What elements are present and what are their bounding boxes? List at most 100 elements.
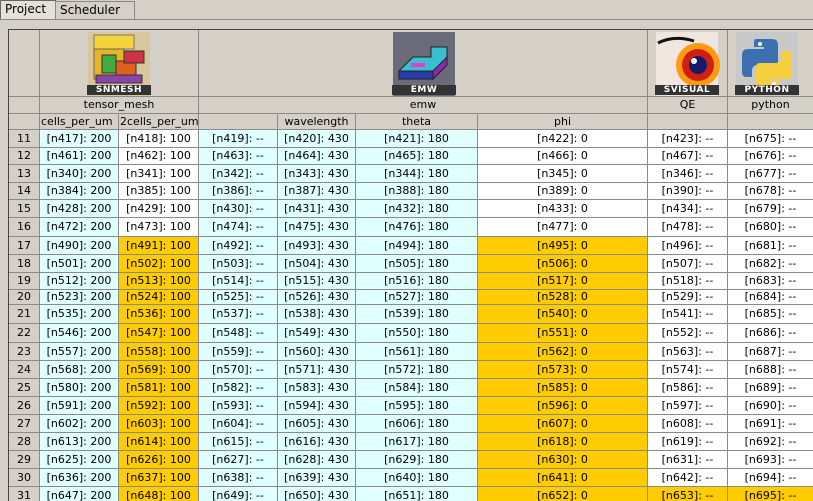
table-cell[interactable]: [n465]: 180 [356,148,478,165]
table-cell[interactable]: [n560]: 430 [278,343,356,361]
table-cell[interactable]: [n428]: 200 [40,200,119,218]
table-cell[interactable]: [n385]: 100 [119,183,199,200]
table-cell[interactable]: [n653]: -- [648,487,728,501]
table-cell[interactable]: [n387]: 430 [278,183,356,200]
table-cell[interactable]: [n526]: 430 [278,290,356,305]
table-cell[interactable]: [n568]: 200 [40,361,119,379]
table-cell[interactable]: [n463]: -- [199,148,278,165]
plugin-header-snmesh[interactable]: SNMESH [40,30,199,97]
table-cell[interactable]: [n562]: 0 [478,343,648,361]
table-cell[interactable]: [n540]: 0 [478,305,648,324]
table-cell[interactable]: [n648]: 100 [119,487,199,501]
table-cell[interactable]: [n388]: 180 [356,183,478,200]
table-cell[interactable]: [n524]: 100 [119,290,199,305]
table-cell[interactable]: [n472]: 200 [40,218,119,237]
table-cell[interactable]: [n618]: 0 [478,433,648,451]
table-cell[interactable]: [n596]: 0 [478,397,648,415]
row-header[interactable]: 25 [9,379,40,397]
table-cell[interactable]: [n474]: -- [199,218,278,237]
table-cell[interactable]: [n528]: 0 [478,290,648,305]
table-cell[interactable]: [n343]: 430 [278,165,356,183]
table-cell[interactable]: [n557]: 200 [40,343,119,361]
table-cell[interactable]: [n537]: -- [199,305,278,324]
table-cell[interactable]: [n512]: 200 [40,273,119,290]
table-cell[interactable]: [n478]: -- [648,218,728,237]
table-cell[interactable]: [n680]: -- [728,218,813,237]
table-cell[interactable]: [n675]: -- [728,130,813,148]
table-cell[interactable]: [n561]: 180 [356,343,478,361]
table-cell[interactable]: [n490]: 200 [40,237,119,255]
table-cell[interactable]: [n628]: 430 [278,451,356,469]
table-cell[interactable]: [n341]: 100 [119,165,199,183]
table-cell[interactable]: [n467]: -- [648,148,728,165]
row-header[interactable]: 13 [9,165,40,183]
table-cell[interactable]: [n518]: -- [648,273,728,290]
table-cell[interactable]: [n607]: 0 [478,415,648,433]
table-cell[interactable]: [n502]: 100 [119,255,199,273]
table-cell[interactable]: [n650]: 430 [278,487,356,501]
row-header[interactable]: 15 [9,200,40,218]
table-cell[interactable]: [n637]: 100 [119,469,199,487]
plugin-header-python[interactable]: PYTHON [728,30,813,97]
table-cell[interactable]: [n687]: -- [728,343,813,361]
param-header[interactable] [648,114,728,130]
table-cell[interactable]: [n694]: -- [728,469,813,487]
table-cell[interactable]: [n606]: 180 [356,415,478,433]
table-cell[interactable]: [n513]: 100 [119,273,199,290]
table-cell[interactable]: [n417]: 200 [40,130,119,148]
table-cell[interactable]: [n629]: 180 [356,451,478,469]
row-header[interactable]: 16 [9,218,40,237]
table-cell[interactable]: [n345]: 0 [478,165,648,183]
row-header[interactable]: 23 [9,343,40,361]
table-cell[interactable]: [n602]: 200 [40,415,119,433]
table-cell[interactable]: [n586]: -- [648,379,728,397]
table-cell[interactable]: [n626]: 100 [119,451,199,469]
table-cell[interactable]: [n344]: 180 [356,165,478,183]
table-cell[interactable]: [n591]: 200 [40,397,119,415]
table-cell[interactable]: [n431]: 430 [278,200,356,218]
row-header[interactable]: 17 [9,237,40,255]
table-cell[interactable]: [n422]: 0 [478,130,648,148]
table-cell[interactable]: [n515]: 430 [278,273,356,290]
param-header[interactable]: theta [356,114,478,130]
table-cell[interactable]: [n541]: -- [648,305,728,324]
plugin-header-svisual[interactable]: SVISUAL [648,30,728,97]
table-cell[interactable]: [n434]: -- [648,200,728,218]
table-cell[interactable]: [n615]: -- [199,433,278,451]
table-cell[interactable]: [n503]: -- [199,255,278,273]
table-cell[interactable]: [n679]: -- [728,200,813,218]
table-cell[interactable]: [n685]: -- [728,305,813,324]
plugin-header-emw[interactable]: EMW [199,30,648,97]
row-header[interactable]: 30 [9,469,40,487]
tool-name-tensor-mesh[interactable]: tensor_mesh [40,97,199,114]
table-cell[interactable]: [n550]: 180 [356,324,478,343]
table-cell[interactable]: [n682]: -- [728,255,813,273]
table-cell[interactable]: [n636]: 200 [40,469,119,487]
table-cell[interactable]: [n516]: 180 [356,273,478,290]
table-cell[interactable]: [n384]: 200 [40,183,119,200]
table-cell[interactable]: [n573]: 0 [478,361,648,379]
tool-name-python[interactable]: python [728,97,813,114]
table-cell[interactable]: [n423]: -- [648,130,728,148]
table-cell[interactable]: [n476]: 180 [356,218,478,237]
row-header[interactable]: 20 [9,290,40,305]
table-cell[interactable]: [n506]: 0 [478,255,648,273]
table-cell[interactable]: [n466]: 0 [478,148,648,165]
table-cell[interactable]: [n581]: 100 [119,379,199,397]
row-header[interactable]: 29 [9,451,40,469]
tool-name-qe[interactable]: QE [648,97,728,114]
table-cell[interactable]: [n638]: -- [199,469,278,487]
table-cell[interactable]: [n493]: 430 [278,237,356,255]
table-cell[interactable]: [n592]: 100 [119,397,199,415]
table-cell[interactable]: [n594]: 430 [278,397,356,415]
table-cell[interactable]: [n689]: -- [728,379,813,397]
param-header[interactable] [199,114,278,130]
table-cell[interactable]: [n389]: 0 [478,183,648,200]
table-cell[interactable]: [n571]: 430 [278,361,356,379]
table-cell[interactable]: [n574]: -- [648,361,728,379]
table-cell[interactable]: [n641]: 0 [478,469,648,487]
table-cell[interactable]: [n551]: 0 [478,324,648,343]
table-cell[interactable]: [n693]: -- [728,451,813,469]
table-cell[interactable]: [n496]: -- [648,237,728,255]
table-cell[interactable]: [n631]: -- [648,451,728,469]
